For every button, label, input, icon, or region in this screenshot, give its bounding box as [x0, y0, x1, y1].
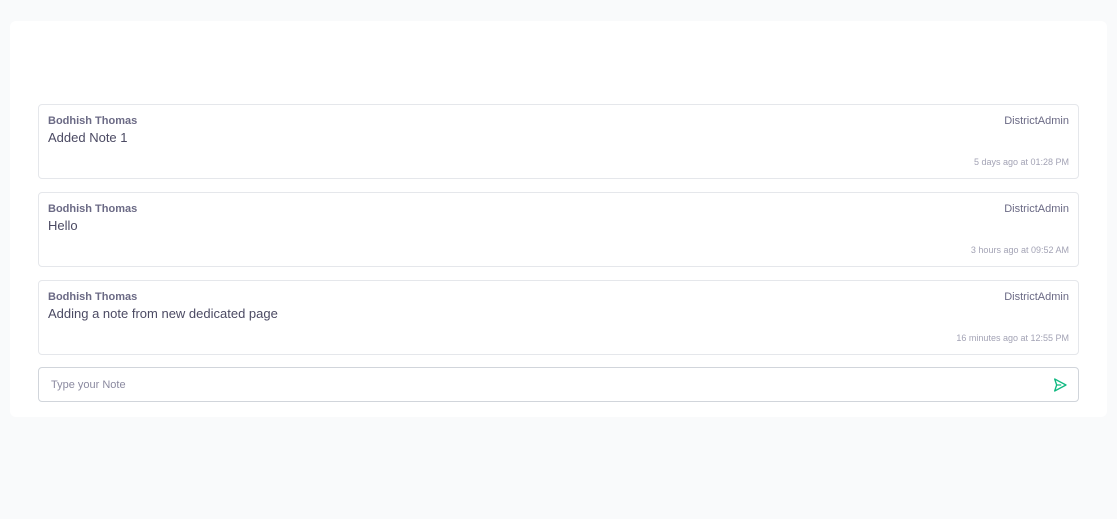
note-timestamp: 3 hours ago at 09:52 AM [970, 245, 1069, 255]
send-button[interactable] [1052, 377, 1068, 393]
note-text: Added Note 1 [48, 130, 128, 145]
note-author: Bodhish Thomas [48, 291, 138, 303]
note-timestamp: 5 days ago at 01:28 PM [973, 157, 1069, 167]
note-role: DistrictAdmin [1004, 203, 1069, 215]
note-role: DistrictAdmin [1004, 291, 1069, 303]
note-timestamp: 16 minutes ago at 12:55 PM [956, 333, 1069, 343]
notes-list: Bodhish Thomas DistrictAdmin Added Note … [38, 104, 1079, 355]
note-author: Bodhish Thomas [48, 203, 138, 215]
notes-panel: Bodhish Thomas DistrictAdmin Added Note … [10, 21, 1107, 417]
note-text: Hello [48, 218, 78, 233]
send-icon [1054, 378, 1067, 392]
note-composer [38, 367, 1079, 402]
note-card: Bodhish Thomas DistrictAdmin Adding a no… [38, 280, 1079, 355]
note-card: Bodhish Thomas DistrictAdmin Added Note … [38, 104, 1079, 179]
note-role: DistrictAdmin [1004, 115, 1069, 127]
note-text: Adding a note from new dedicated page [48, 306, 278, 321]
note-input[interactable] [39, 368, 1039, 401]
note-author: Bodhish Thomas [48, 115, 138, 127]
note-card: Bodhish Thomas DistrictAdmin Hello 3 hou… [38, 192, 1079, 267]
